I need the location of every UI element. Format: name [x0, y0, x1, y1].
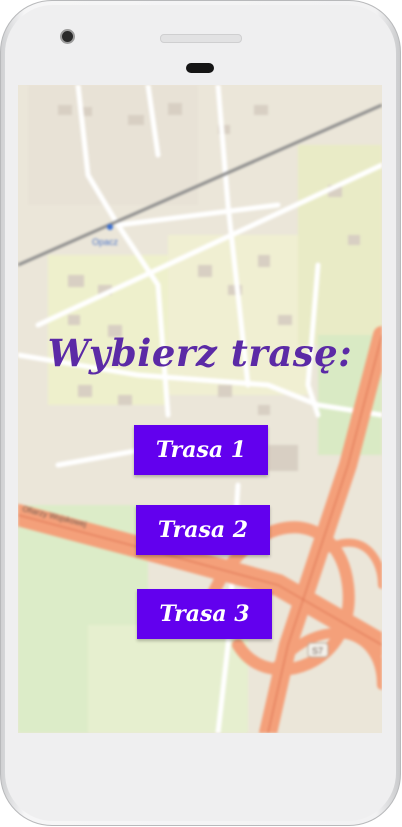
route-3-button[interactable]: Trasa 3 — [137, 589, 272, 639]
proximity-sensor — [186, 63, 214, 73]
phone-frame: Opacz Ofiarzy Wojskowej S7 Wybierz trasę… — [0, 0, 401, 826]
map-label-district: Opacz — [92, 237, 119, 247]
app-screen: Opacz Ofiarzy Wojskowej S7 Wybierz trasę… — [18, 85, 382, 733]
page-title: Wybierz trasę: — [47, 331, 353, 375]
bottom-bezel — [18, 733, 382, 793]
earpiece-speaker — [160, 34, 242, 43]
route-2-button[interactable]: Trasa 2 — [136, 505, 270, 555]
front-camera-icon — [60, 29, 75, 44]
map-route-badge: S7 — [312, 646, 323, 656]
route-1-button[interactable]: Trasa 1 — [134, 425, 268, 475]
